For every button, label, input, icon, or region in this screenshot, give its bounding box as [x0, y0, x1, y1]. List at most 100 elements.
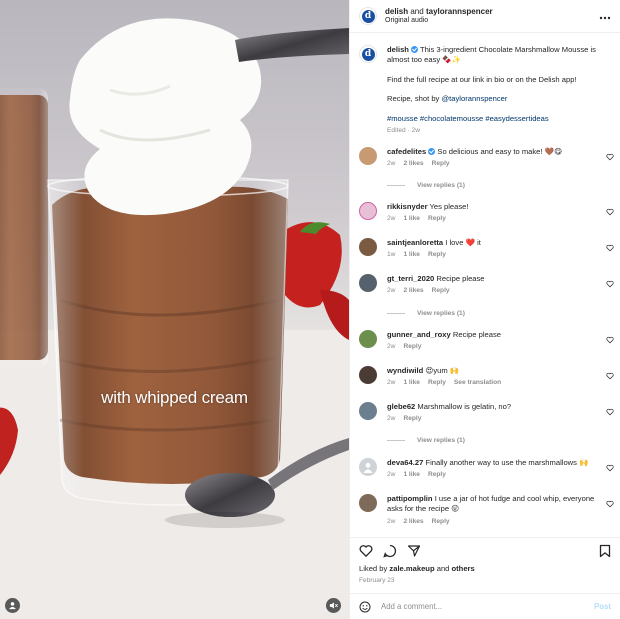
comment-likes[interactable]: 2 likes	[403, 517, 423, 526]
commenter-avatar[interactable]	[359, 238, 377, 256]
caption-author[interactable]: delish	[387, 45, 409, 54]
mousse-photo	[0, 0, 349, 619]
comment-likes[interactable]: 1 like	[403, 214, 420, 223]
comment-icon[interactable]	[383, 544, 397, 558]
commenter-username[interactable]: deva64.27	[387, 458, 423, 467]
view-replies-button[interactable]: View replies (1)	[387, 310, 465, 317]
user-tag-icon	[9, 602, 16, 610]
reply-button[interactable]: Reply	[403, 414, 421, 423]
speaker-muted-icon	[329, 602, 338, 609]
emoji-icon[interactable]	[359, 601, 371, 613]
caption-hashtags[interactable]: #mousse #chocolatemousse #easydessertide…	[387, 114, 611, 124]
author-username[interactable]: delish	[385, 7, 408, 16]
reply-button[interactable]: Reply	[428, 378, 446, 387]
caption-author-avatar[interactable]: d	[359, 45, 377, 63]
reply-button[interactable]: Reply	[428, 470, 446, 479]
comment-like-heart-icon[interactable]	[606, 336, 614, 344]
comment-text: Marshmallow is gelatin, no?	[417, 402, 512, 411]
heart-icon[interactable]	[359, 544, 373, 558]
post-media[interactable]: with whipped cream	[0, 0, 349, 619]
commenter-avatar[interactable]	[359, 147, 377, 165]
comment-likes[interactable]: 1 like	[403, 250, 420, 259]
comment-time: 2w	[387, 517, 396, 525]
comment-likes[interactable]: 1 like	[403, 378, 420, 387]
commenter-avatar[interactable]	[359, 330, 377, 348]
commenter-avatar[interactable]	[359, 458, 377, 476]
reply-button[interactable]: Reply	[432, 159, 450, 168]
commenter-username[interactable]: cafedelites	[387, 147, 426, 156]
more-options-button[interactable]	[599, 9, 611, 23]
commenter-avatar[interactable]	[359, 366, 377, 384]
reply-button[interactable]: Reply	[432, 286, 450, 295]
view-replies-button[interactable]: View replies (1)	[387, 182, 465, 189]
comment-time: 1w	[387, 251, 396, 259]
comment-like-heart-icon[interactable]	[606, 153, 614, 161]
verified-badge-icon	[410, 46, 418, 53]
coauthor-username[interactable]: taylorannspencer	[426, 7, 493, 16]
comment-time: 2w	[387, 287, 396, 295]
reply-button[interactable]: Reply	[428, 250, 446, 259]
commenter-username[interactable]: rikkisnyder	[387, 202, 428, 211]
commenter-username[interactable]: gt_terri_2020	[387, 274, 434, 283]
comment-text: Recipe please	[436, 274, 485, 283]
post-date[interactable]: February 23	[359, 577, 611, 584]
comments-scroll[interactable]: d delish This 3-ingredient Chocolate Mar…	[350, 33, 620, 537]
comment-time: 2w	[387, 379, 396, 387]
post-actions: Liked by zale.makeup and others February…	[350, 537, 620, 593]
caption-mention[interactable]: @taylorannspencer	[441, 94, 507, 103]
comment-item: rikkisnyder Yes please! 2w 1 like Reply	[350, 202, 620, 224]
comment-likes[interactable]: 2 likes	[403, 159, 423, 168]
reply-button[interactable]: Reply	[432, 517, 450, 526]
default-avatar-icon	[363, 462, 373, 473]
comment-text: I love ❤️ it	[445, 238, 481, 247]
comment-like-heart-icon[interactable]	[606, 372, 614, 380]
more-horizontal-icon	[599, 16, 611, 20]
liked-user[interactable]: zale.makeup	[389, 564, 434, 573]
mute-toggle-button[interactable]	[326, 598, 341, 613]
caption-line-3: Recipe, shot by	[387, 94, 440, 104]
commenter-username[interactable]: wyndiwild	[387, 366, 423, 375]
comment-like-heart-icon[interactable]	[606, 408, 614, 416]
comment-item: wyndiwild 😍yum 🙌 2w 1 like Reply See transl…	[350, 366, 620, 388]
comment-item: deva64.27 Finally another way to use the…	[350, 458, 620, 480]
reply-button[interactable]: Reply	[403, 342, 421, 351]
send-icon[interactable]	[407, 544, 421, 558]
commenter-username[interactable]: saintjeanloretta	[387, 238, 443, 247]
commenter-avatar[interactable]	[359, 274, 377, 292]
post-side-panel: d delish and taylorannspencer Original a…	[349, 0, 620, 619]
caption-line-2: Find the full recipe at our link in bio …	[387, 74, 577, 84]
comment-likes[interactable]: 2 likes	[403, 286, 423, 295]
liked-others[interactable]: others	[452, 564, 475, 573]
author-avatar[interactable]: d	[359, 7, 377, 25]
delish-logo: d	[361, 47, 375, 61]
comment-time: 2w	[387, 343, 396, 351]
reply-button[interactable]: Reply	[428, 214, 446, 223]
comment-like-heart-icon[interactable]	[606, 464, 614, 472]
comment-item: gt_terri_2020 Recipe please 2w 2 likes Rep…	[350, 274, 620, 296]
commenter-avatar[interactable]	[359, 494, 377, 512]
audio-link[interactable]: Original audio	[385, 17, 599, 26]
comment-time: 2w	[387, 160, 396, 168]
comment-text: Finally another way to use the marshmall…	[425, 458, 589, 467]
commenter-avatar[interactable]	[359, 402, 377, 420]
comment-like-heart-icon[interactable]	[606, 244, 614, 252]
comment-input[interactable]: Add a comment...	[381, 602, 594, 611]
comment-like-heart-icon[interactable]	[606, 208, 614, 216]
comment-like-heart-icon[interactable]	[606, 500, 614, 508]
comment-text: Recipe please	[452, 330, 501, 339]
commenter-username[interactable]: gunner_and_roxy	[387, 330, 451, 339]
comment-likes[interactable]: 1 like	[403, 470, 420, 479]
commenter-username[interactable]: glebe62	[387, 402, 415, 411]
commenter-avatar[interactable]	[359, 202, 377, 220]
caption-edited: Edited · 2w	[387, 127, 420, 135]
bookmark-icon[interactable]	[599, 544, 611, 558]
comment-time: 2w	[387, 415, 396, 423]
liked-join: and	[436, 564, 450, 573]
view-replies-button[interactable]: View replies (1)	[387, 437, 465, 444]
comment-like-heart-icon[interactable]	[606, 280, 614, 288]
comment-item: saintjeanloretta I love ❤️ it 1w 1 like Re…	[350, 238, 620, 260]
see-translation-button[interactable]: See translation	[454, 378, 501, 387]
post-comment-button[interactable]: Post	[594, 602, 611, 611]
user-tag-button[interactable]	[5, 598, 20, 613]
commenter-username[interactable]: pattipomplin	[387, 494, 433, 503]
